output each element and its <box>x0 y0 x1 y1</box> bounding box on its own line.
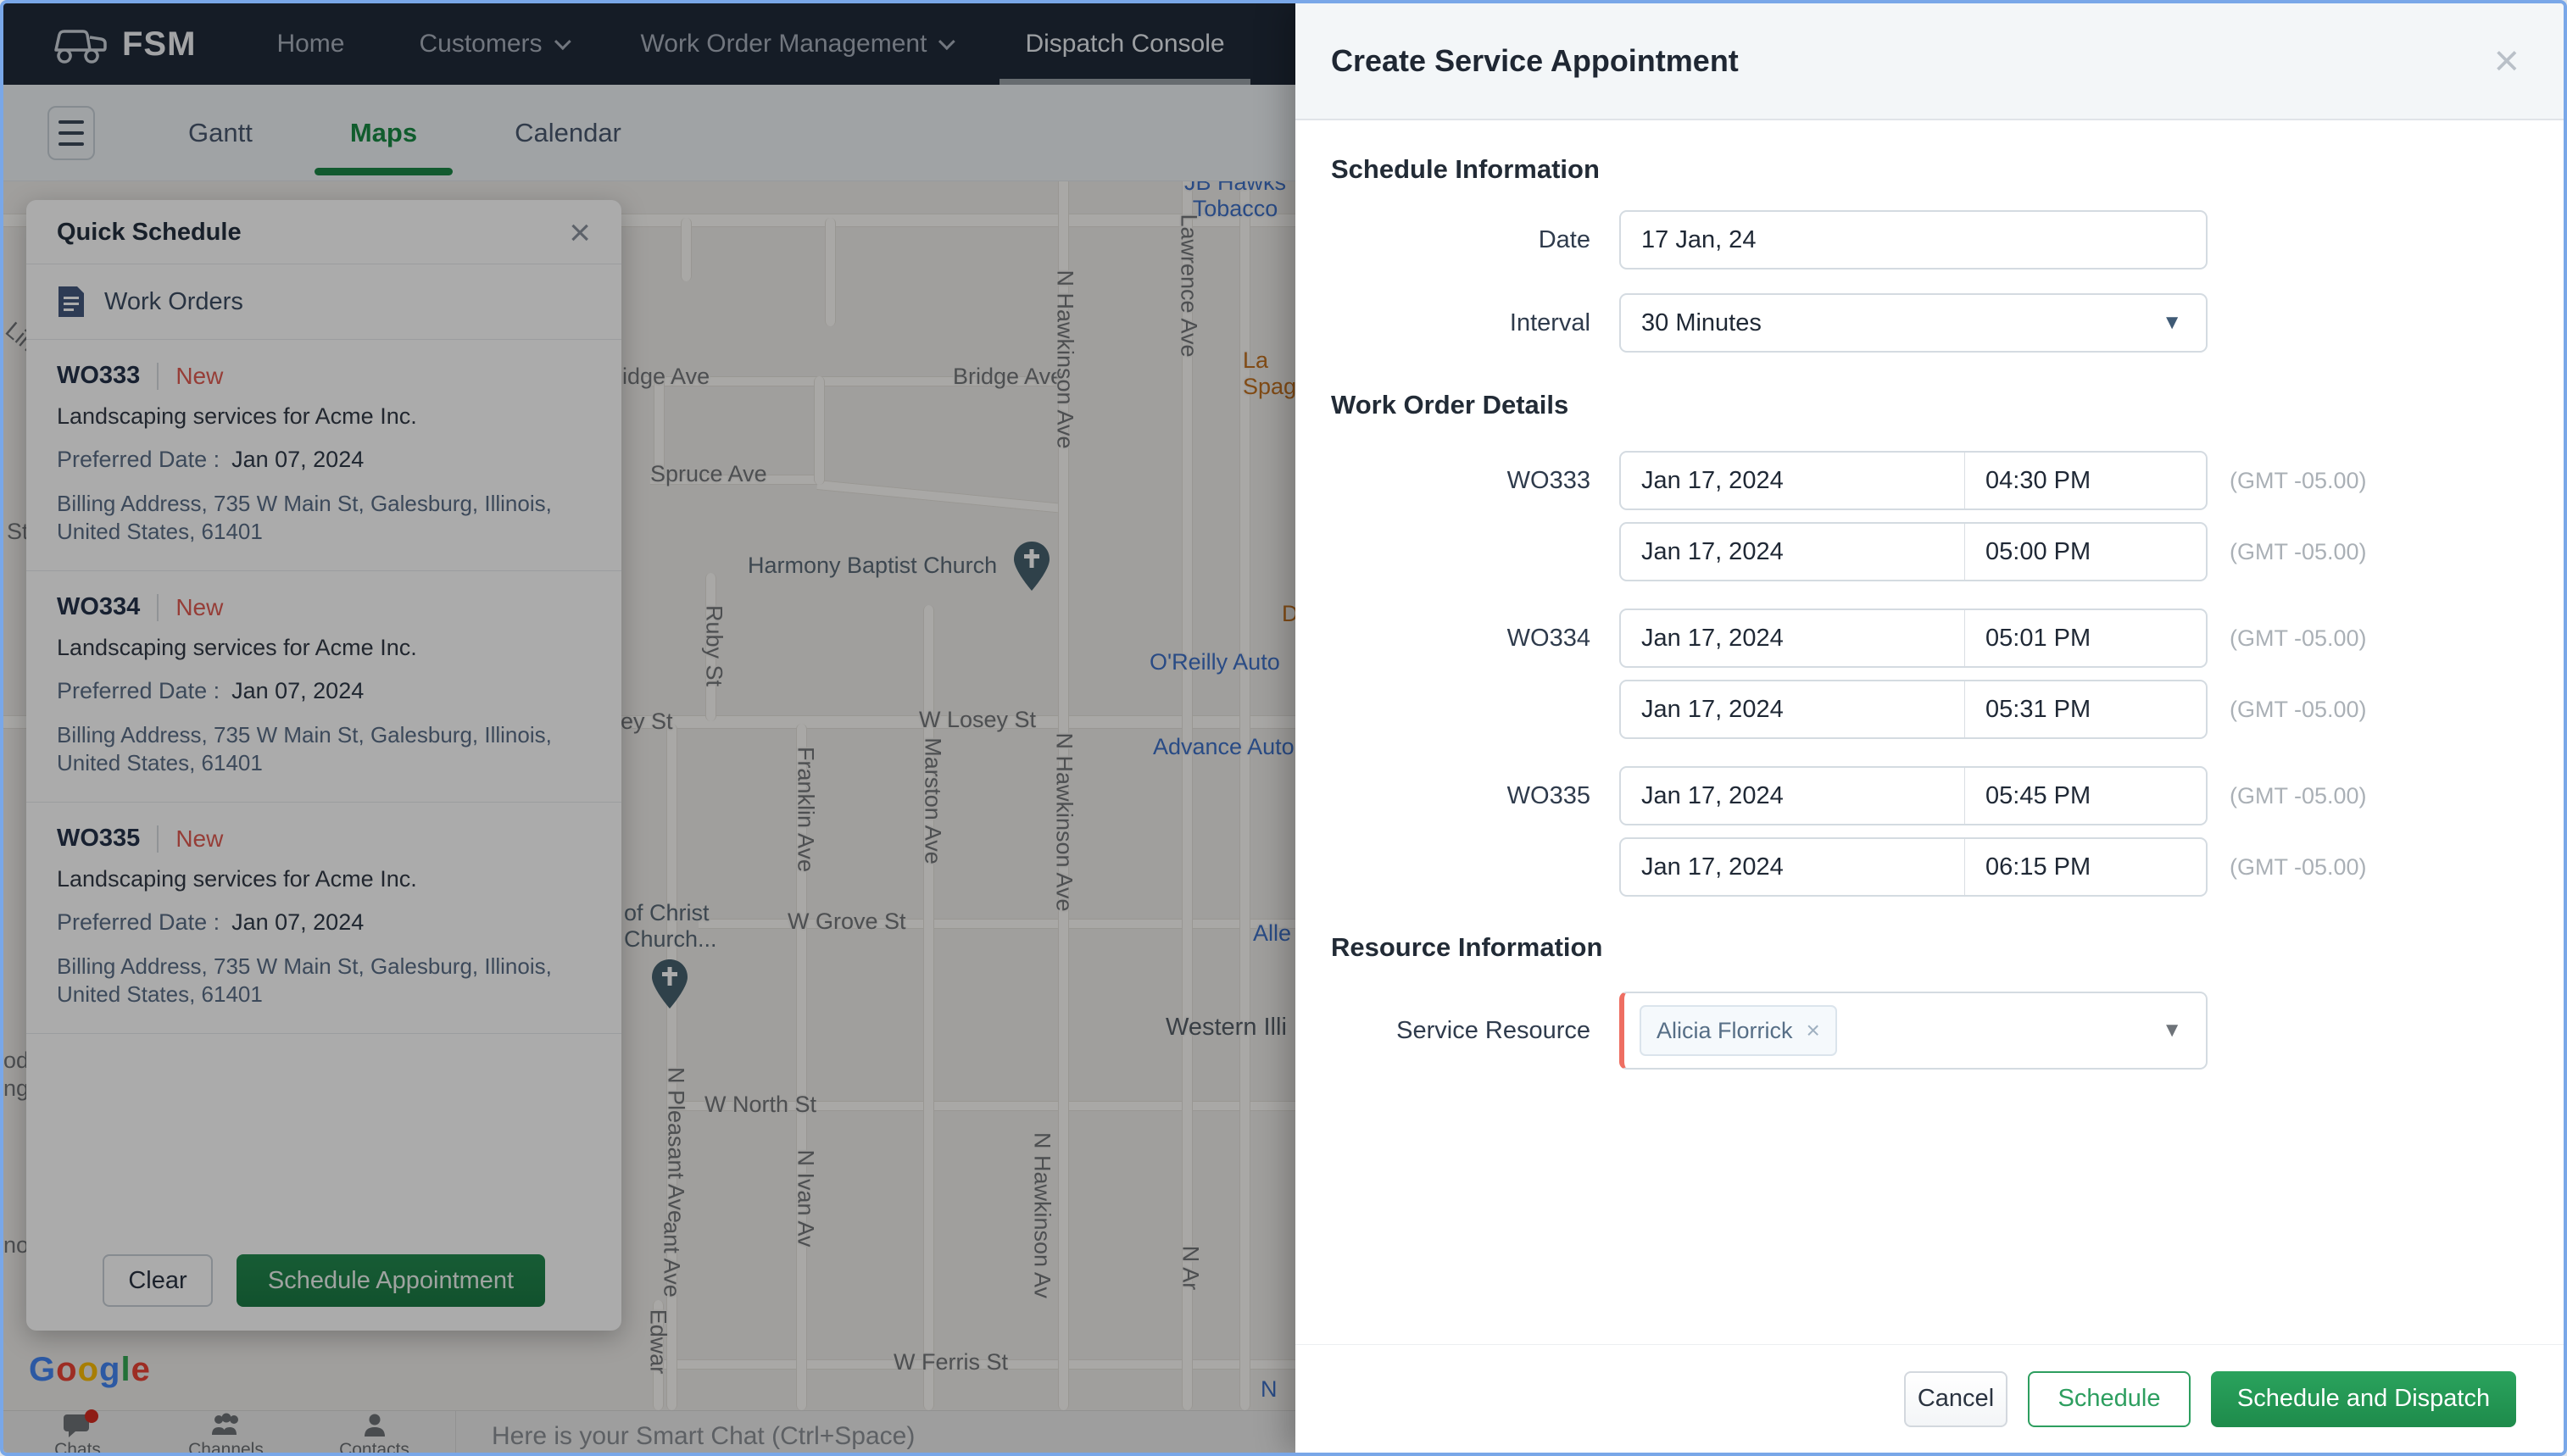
resource-chip-name: Alicia Florrick <box>1657 1017 1793 1043</box>
timezone-label: (GMT -05.00) <box>2230 467 2367 493</box>
date-field[interactable]: Jan 17, 2024 <box>1621 524 1964 580</box>
time-field[interactable]: 06:15 PM <box>1964 839 2206 895</box>
work-order-details-heading: Work Order Details <box>1331 390 1569 420</box>
date-field[interactable]: Jan 17, 2024 <box>1621 610 1964 666</box>
service-resource-label: Service Resource <box>1396 1016 1590 1044</box>
dropdown-arrow-icon: ▼ <box>2162 1019 2182 1042</box>
modal-footer: Cancel Schedule Schedule and Dispatch <box>1295 1344 2564 1453</box>
wo-row-label: WO335 <box>1506 781 1590 809</box>
modal-header: Create Service Appointment × <box>1295 3 2564 120</box>
timezone-label: (GMT -05.00) <box>2230 538 2367 564</box>
create-service-appointment-modal: Create Service Appointment × Schedule In… <box>1295 3 2564 1453</box>
date-field[interactable]: Jan 17, 2024 <box>1621 453 1964 508</box>
close-icon[interactable]: × <box>2494 39 2520 83</box>
wo-row-label: WO334 <box>1506 624 1590 652</box>
wo335-start-datetime[interactable]: Jan 17, 2024 05:45 PM <box>1619 766 2208 825</box>
schedule-button[interactable]: Schedule <box>2028 1370 2191 1427</box>
date-input[interactable]: 17 Jan, 24 <box>1619 210 2208 270</box>
service-resource-multiselect[interactable]: Alicia Florrick × ▼ <box>1619 992 2208 1070</box>
timezone-label: (GMT -05.00) <box>2230 853 2367 880</box>
resource-chip[interactable]: Alicia Florrick × <box>1640 1005 1837 1056</box>
schedule-and-dispatch-button[interactable]: Schedule and Dispatch <box>2211 1370 2516 1427</box>
schedule-information-heading: Schedule Information <box>1331 154 1600 184</box>
wo334-start-datetime[interactable]: Jan 17, 2024 05:01 PM <box>1619 609 2208 668</box>
timezone-label: (GMT -05.00) <box>2230 782 2367 809</box>
modal-title: Create Service Appointment <box>1331 43 1739 78</box>
date-field[interactable]: Jan 17, 2024 <box>1621 768 1964 824</box>
date-field[interactable]: Jan 17, 2024 <box>1621 681 1964 737</box>
modal-body: Schedule Information Date 17 Jan, 24 Int… <box>1295 120 2564 1070</box>
interval-select[interactable]: 30 Minutes ▼ <box>1619 293 2208 353</box>
timezone-label: (GMT -05.00) <box>2230 625 2367 651</box>
cancel-button[interactable]: Cancel <box>1904 1370 2007 1427</box>
app-window: FSM Home Customers Work Order Management… <box>0 0 2567 1456</box>
chip-remove-icon[interactable]: × <box>1807 1017 1820 1044</box>
interval-label: Interval <box>1509 308 1590 336</box>
resource-information-heading: Resource Information <box>1331 932 1603 962</box>
time-field[interactable]: 05:01 PM <box>1964 610 2206 666</box>
time-field[interactable]: 05:45 PM <box>1964 768 2206 824</box>
date-field[interactable]: Jan 17, 2024 <box>1621 839 1964 895</box>
time-field[interactable]: 04:30 PM <box>1964 453 2206 508</box>
time-field[interactable]: 05:31 PM <box>1964 681 2206 737</box>
wo333-end-datetime[interactable]: Jan 17, 2024 05:00 PM <box>1619 522 2208 581</box>
timezone-label: (GMT -05.00) <box>2230 696 2367 722</box>
wo333-start-datetime[interactable]: Jan 17, 2024 04:30 PM <box>1619 451 2208 510</box>
time-field[interactable]: 05:00 PM <box>1964 524 2206 580</box>
dropdown-arrow-icon: ▼ <box>2162 311 2182 334</box>
wo335-end-datetime[interactable]: Jan 17, 2024 06:15 PM <box>1619 837 2208 897</box>
wo-row-label: WO333 <box>1506 466 1590 494</box>
wo334-end-datetime[interactable]: Jan 17, 2024 05:31 PM <box>1619 680 2208 739</box>
date-label: Date <box>1538 225 1590 253</box>
